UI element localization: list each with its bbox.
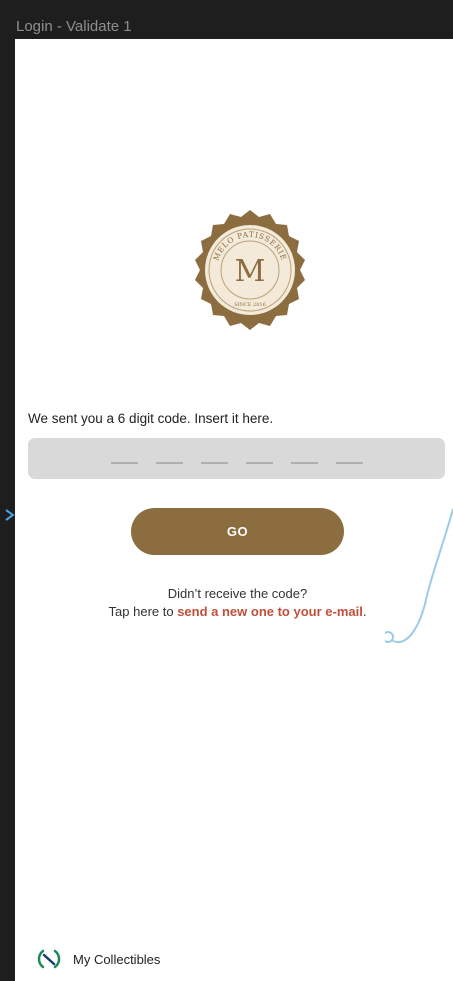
resend-prefix: Tap here to [108,604,178,619]
logo-since-text: SINCE 2016 [234,302,266,308]
digit-slot-2[interactable] [155,461,183,464]
code-input[interactable] [28,438,445,479]
digit-slot-1[interactable] [110,461,138,464]
login-validate-screen: MELO PATISSERIE M SINCE 2016 We sent you… [15,39,453,981]
go-button[interactable]: GO [131,508,344,555]
digit-slot-6[interactable] [335,461,363,464]
my-collectibles-footer[interactable]: My Collectibles [37,947,160,971]
logo-monogram: M [235,254,266,289]
resend-suffix: . [362,604,367,619]
prototype-connector-line [385,508,453,644]
melo-patisserie-logo: MELO PATISSERIE M SINCE 2016 [195,210,305,330]
prototype-arrow-icon [5,509,15,521]
digit-slot-4[interactable] [245,461,273,464]
collectibles-icon [37,949,61,969]
digit-slot-3[interactable] [200,461,228,464]
footer-label: My Collectibles [73,951,161,967]
digit-slot-5[interactable] [290,461,318,464]
frame-title: Login - Validate 1 [16,18,132,35]
code-instruction: We sent you a 6 digit code. Insert it he… [28,411,274,426]
resend-question: Didn’t receive the code? [167,586,308,601]
resend-link[interactable]: send a new one to your e-mail [177,604,363,619]
